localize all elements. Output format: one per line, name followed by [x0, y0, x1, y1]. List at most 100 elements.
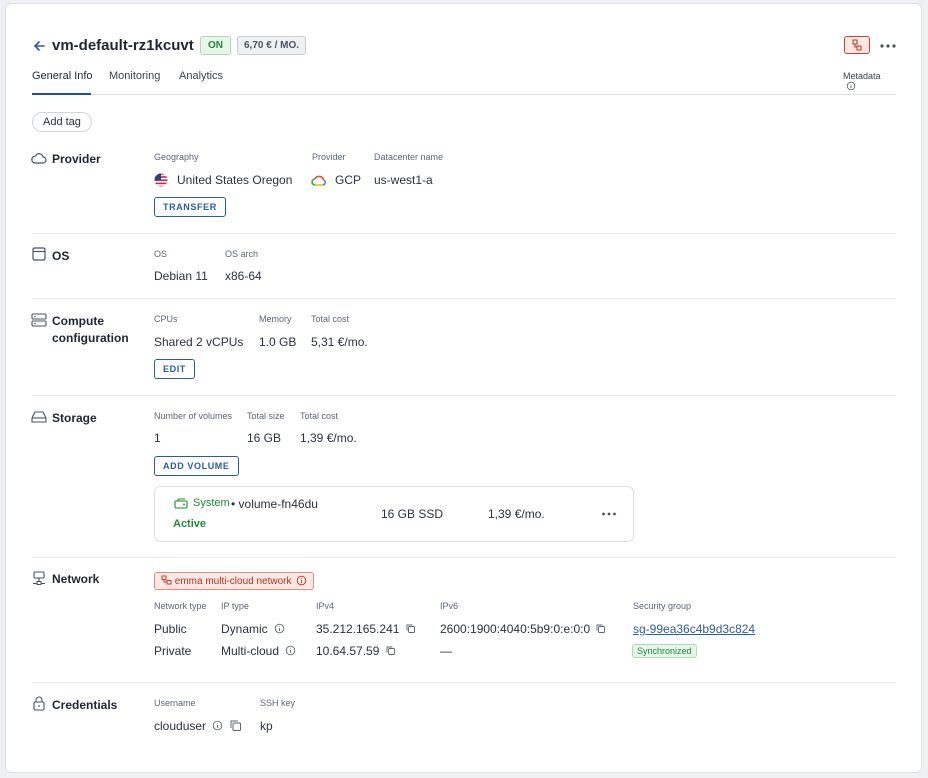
ip-type-label: IP type: [221, 601, 249, 611]
more-horizontal-icon[interactable]: [879, 43, 897, 49]
network-icon: [161, 575, 172, 585]
active-tab-indicator: [32, 93, 91, 95]
ipv4-private: 10.64.57.59: [316, 644, 396, 658]
credentials-section-title: Credentials: [52, 698, 118, 712]
arrow-left-icon[interactable]: [32, 39, 46, 53]
window-icon: [32, 247, 46, 261]
memory-label: Memory: [259, 314, 292, 324]
ip-type-private: Multi-cloud: [221, 644, 296, 658]
volume-card[interactable]: System • volume-fn46du Active 16 GB SSD …: [154, 486, 634, 542]
metadata-label: Metadata: [843, 71, 881, 81]
tab-bar: General Info Monitoring Analytics Metada…: [32, 66, 896, 95]
volumes-label: Number of volumes: [154, 411, 233, 421]
copy-icon[interactable]: [595, 623, 606, 634]
copy-icon[interactable]: [229, 719, 242, 732]
volumes-value: 1: [154, 431, 161, 445]
tab-monitoring[interactable]: Monitoring: [109, 70, 160, 82]
more-horizontal-icon[interactable]: [601, 511, 617, 517]
storage-cost-value: 1,39 €/mo.: [300, 431, 357, 445]
ipv4-private-value: 10.64.57.59: [316, 644, 380, 658]
lock-icon: [33, 696, 45, 711]
total-size-label: Total size: [247, 411, 285, 421]
tab-general-info[interactable]: General Info: [32, 70, 93, 82]
ipv4-public-value: 35.212.165.241: [316, 622, 400, 636]
os-value: Debian 11: [154, 269, 208, 283]
datacenter-label: Datacenter name: [374, 152, 444, 162]
section-divider: [32, 298, 896, 299]
username-field: clouduser: [154, 719, 242, 733]
gcp-logo-icon: [311, 175, 326, 186]
info-icon[interactable]: [274, 623, 285, 634]
ipv6-label: IPv6: [440, 601, 459, 611]
price-badge: 6,70 € / MO.: [237, 36, 307, 55]
username-value: clouduser: [154, 719, 207, 733]
ipv6-private-value: —: [440, 644, 452, 658]
copy-icon[interactable]: [405, 623, 416, 634]
volume-status: Active: [173, 518, 207, 530]
info-icon: [846, 81, 856, 91]
page-title: vm-default-rz1kcuvt: [52, 37, 194, 54]
os-label: OS: [154, 249, 168, 259]
compute-title-line1: Compute: [52, 314, 104, 328]
os-arch-value: x86-64: [225, 269, 262, 283]
section-divider: [32, 395, 896, 396]
section-divider: [32, 557, 896, 558]
ssh-key-label: SSH key: [260, 698, 296, 708]
multi-cloud-network-label: emma multi-cloud network: [174, 576, 292, 587]
info-icon: [297, 575, 307, 586]
volume-type: System: [193, 497, 230, 509]
transfer-button[interactable]: TRANSFER: [154, 197, 226, 217]
add-tag-button[interactable]: Add tag: [32, 112, 92, 132]
compute-section-title: Compute configuration: [52, 313, 129, 347]
total-size-value: 16 GB: [247, 431, 282, 445]
info-icon[interactable]: [285, 645, 296, 656]
storage-section-title: Storage: [52, 411, 97, 425]
hard-drive-icon: [31, 411, 47, 423]
network-alert-button[interactable]: [844, 36, 870, 54]
add-volume-button[interactable]: ADD VOLUME: [154, 456, 239, 476]
section-divider: [32, 682, 896, 683]
storage-cost-label: Total cost: [300, 411, 339, 421]
ipv4-label: IPv4: [316, 601, 335, 611]
multi-cloud-network-badge[interactable]: emma multi-cloud network: [154, 572, 315, 590]
cloud-icon: [31, 153, 47, 164]
volume-name: • volume-fn46du: [231, 497, 318, 511]
copy-icon[interactable]: [385, 645, 396, 656]
volume-cost: 1,39 €/mo.: [488, 507, 545, 521]
compute-cost-label: Total cost: [311, 314, 350, 324]
cpus-value: Shared 2 vCPUs: [154, 335, 244, 349]
network-type-public: Public: [154, 622, 187, 636]
ip-type-public-label: Dynamic: [221, 622, 268, 636]
info-icon[interactable]: [212, 720, 223, 731]
status-badge: ON: [200, 36, 231, 55]
disk-icon: [174, 498, 188, 509]
us-flag-icon: [154, 173, 168, 187]
section-divider: [32, 233, 896, 234]
sync-status-badge: Synchronized: [632, 644, 697, 658]
edit-button[interactable]: EDIT: [154, 359, 195, 379]
provider-value: GCP: [335, 173, 362, 187]
ip-type-public: Dynamic: [221, 622, 285, 636]
server-icon: [31, 313, 47, 327]
geography-label: Geography: [154, 152, 199, 162]
ip-type-private-label: Multi-cloud: [221, 644, 280, 658]
datacenter-value: us-west1-a: [374, 173, 433, 187]
geography-value: United States Oregon: [177, 173, 293, 187]
vm-detail-card: [5, 3, 922, 773]
network-type-private: Private: [154, 644, 192, 658]
ipv6-public: 2600:1900:4040:5b9:0:e:0:0: [440, 622, 606, 636]
ssh-key-value: kp: [260, 719, 273, 733]
provider-label: Provider: [312, 152, 346, 162]
volume-size: 16 GB SSD: [381, 507, 444, 521]
network-icon: [33, 571, 45, 585]
ipv6-public-value: 2600:1900:4040:5b9:0:e:0:0: [440, 622, 591, 636]
network-section-title: Network: [52, 572, 100, 586]
tab-analytics[interactable]: Analytics: [179, 70, 223, 82]
memory-value: 1.0 GB: [259, 335, 297, 349]
compute-cost-value: 5,31 €/mo.: [311, 335, 368, 349]
metadata-link[interactable]: Metadata: [843, 71, 896, 92]
security-group-label: Security group: [633, 601, 692, 611]
compute-title-line2: configuration: [52, 331, 129, 345]
security-group-link[interactable]: sg-99ea36c4b9d3c824: [633, 622, 755, 636]
ipv4-public: 35.212.165.241: [316, 622, 416, 636]
